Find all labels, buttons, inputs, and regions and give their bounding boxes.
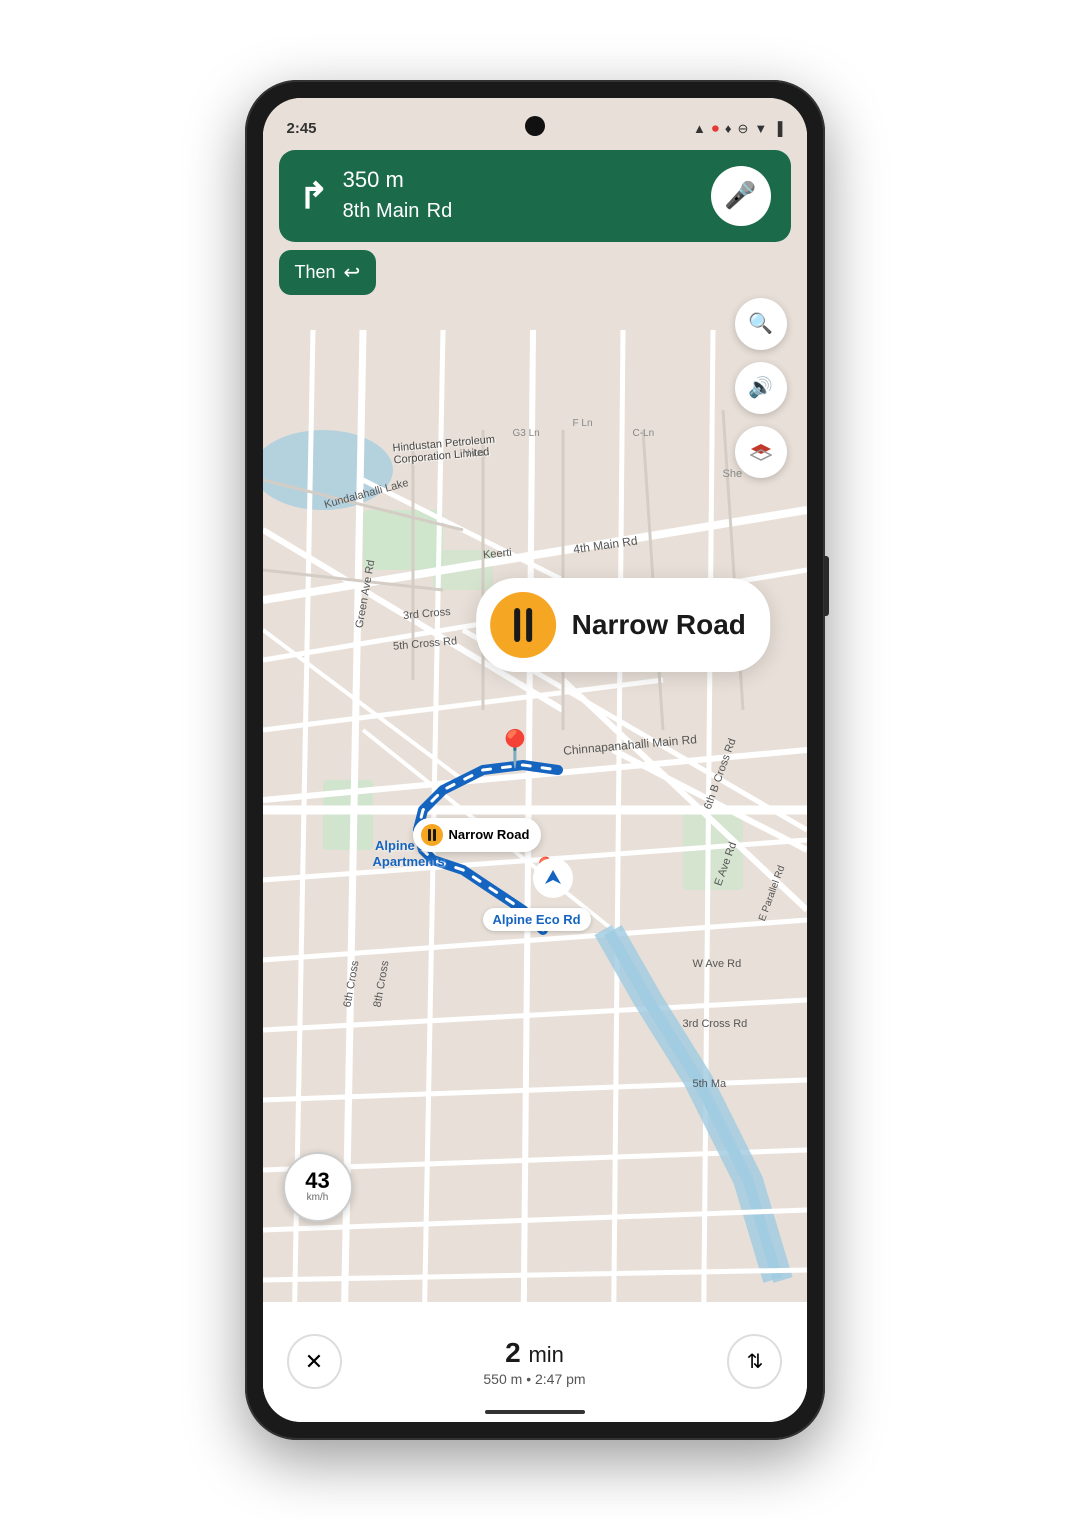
- audio-button[interactable]: 🔊: [735, 362, 787, 414]
- turn-distance: 350 m: [343, 167, 453, 193]
- navigation-arrow: [533, 858, 573, 898]
- mic-button[interactable]: 🎤: [711, 166, 771, 226]
- street-name: 8th Main: [343, 200, 420, 222]
- navigation-status-icon: ▲: [693, 121, 706, 136]
- camera-notch: [525, 116, 545, 136]
- road-bar-left: [514, 608, 520, 642]
- page-wrapper: Hindustan PetroleumCorporation Limited K…: [0, 0, 1069, 1519]
- alpine-eco-road-label: Alpine Eco Rd: [483, 908, 591, 931]
- speed-indicator: 43 km/h: [283, 1152, 353, 1222]
- speed-value: 43: [305, 1170, 329, 1192]
- wifi-icon: ▼: [754, 121, 767, 136]
- turn-card: ↱ 350 m 8th Main Rd 🎤: [279, 150, 791, 242]
- bottom-nav: ✕ 2 min 550 m • 2:47 pm ⇅: [263, 1302, 807, 1422]
- speed-unit: km/h: [307, 1192, 329, 1203]
- pin-icon-small: [421, 824, 443, 846]
- pin-bar-1: [428, 829, 431, 841]
- search-icon: 🔍: [748, 311, 773, 336]
- eta-details: 550 m • 2:47 pm: [483, 1371, 585, 1387]
- status-icons: ▲ ⏺ ♦ ⊖ ▼ ▐: [693, 120, 783, 137]
- eta-arrival: 2:47 pm: [535, 1371, 586, 1387]
- audio-icon: 🔊: [748, 375, 773, 400]
- alpine-eco-road-text: Alpine Eco Rd: [493, 912, 581, 927]
- phone-frame: Hindustan PetroleumCorporation Limited K…: [245, 80, 825, 1440]
- eta-distance: 550 m: [483, 1371, 522, 1387]
- eta-min-label: min: [528, 1342, 563, 1367]
- narrow-road-bars: [504, 603, 542, 647]
- mic-icon: 🎤: [724, 180, 756, 211]
- road-bar-right: [526, 608, 532, 642]
- routes-button[interactable]: ⇅: [727, 1334, 782, 1389]
- turn-info: ↱ 350 m 8th Main Rd: [299, 167, 453, 224]
- then-label: Then: [295, 262, 336, 283]
- destination-pin: 📍: [493, 728, 538, 770]
- narrow-road-icon: [490, 592, 556, 658]
- eta-minutes: 2: [505, 1337, 521, 1368]
- layers-button[interactable]: [735, 426, 787, 478]
- phone-screen: Hindustan PetroleumCorporation Limited K…: [263, 98, 807, 1422]
- power-button: [824, 556, 829, 616]
- turn-text: 350 m 8th Main Rd: [343, 167, 453, 224]
- right-buttons: 🔍 🔊: [735, 298, 787, 478]
- eta-time: 2 min: [483, 1337, 585, 1369]
- nav-arrow-bg: [533, 858, 573, 898]
- battery-icon: ▐: [773, 121, 782, 136]
- status-time: 2:45: [287, 120, 317, 137]
- then-card: Then ↩: [279, 250, 377, 295]
- layers-icon: [750, 443, 772, 461]
- minus-icon: ⊖: [738, 121, 749, 137]
- nav-header: ↱ 350 m 8th Main Rd 🎤 Then ↩: [279, 150, 791, 295]
- narrow-road-label: Narrow Road: [572, 609, 746, 641]
- eta-info: 2 min 550 m • 2:47 pm: [483, 1337, 585, 1387]
- narrow-road-tooltip[interactable]: Narrow Road: [476, 578, 770, 672]
- nav-arrow-icon: [543, 868, 563, 888]
- narrow-road-pin-label: Narrow Road: [449, 827, 530, 842]
- recording-icon: ⏺: [712, 120, 719, 137]
- turn-street: 8th Main Rd: [343, 193, 453, 224]
- routes-icon: ⇅: [747, 1349, 764, 1374]
- narrow-road-map-pin[interactable]: Narrow Road: [413, 818, 542, 852]
- close-icon: ✕: [305, 1349, 323, 1375]
- turn-direction-arrow: ↱: [299, 175, 329, 217]
- search-button[interactable]: 🔍: [735, 298, 787, 350]
- home-indicator[interactable]: [485, 1410, 585, 1414]
- close-navigation-button[interactable]: ✕: [287, 1334, 342, 1389]
- street-suffix: Rd: [427, 200, 453, 222]
- location-icon: ♦: [725, 121, 732, 136]
- pin-icon-bars: [428, 829, 436, 841]
- pin-bar-2: [433, 829, 436, 841]
- then-turn-arrow: ↩: [344, 260, 361, 285]
